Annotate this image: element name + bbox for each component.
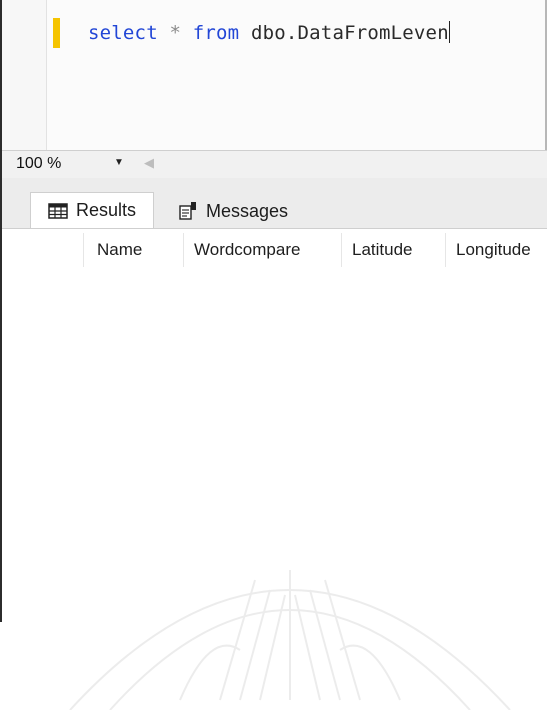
scroll-left-icon[interactable]: ◀ (144, 155, 154, 171)
grid-icon (48, 202, 68, 219)
text-caret (448, 21, 450, 43)
tab-results-label: Results (75, 200, 137, 220)
column-header-name[interactable]: Name (84, 233, 184, 267)
column-header-longitude[interactable]: Longitude (446, 233, 547, 267)
results-tabs-bar: Results Messages (2, 178, 547, 228)
operator-star: * (169, 22, 182, 44)
keyword-from: from (192, 22, 240, 44)
grid-corner-cell[interactable] (22, 233, 84, 267)
query-line[interactable]: select * from dbo.DataFromLeven (88, 18, 450, 48)
column-header-latitude[interactable]: Latitude (342, 233, 446, 267)
chevron-down-icon[interactable]: ▼ (114, 157, 124, 168)
tab-results[interactable]: Results (30, 192, 154, 228)
tab-messages[interactable]: Messages (162, 194, 304, 228)
query-editor[interactable]: select * from dbo.DataFromLeven (2, 0, 547, 150)
watermark-seal (69, 570, 511, 710)
change-tracking-marker (53, 18, 60, 48)
editor-gutter (2, 0, 47, 150)
grid-header-row: Name Wordcompare Latitude Longitude (22, 233, 547, 267)
tab-messages-label: Messages (205, 200, 289, 221)
object-name: dbo.DataFromLeven (250, 22, 449, 44)
column-header-wordcompare[interactable]: Wordcompare (184, 233, 342, 267)
keyword-select: select (88, 22, 158, 44)
zoom-level[interactable]: 100 % (16, 155, 61, 173)
messages-icon (178, 201, 198, 221)
zoom-strip: 100 % ▼ ◀ (2, 150, 547, 179)
